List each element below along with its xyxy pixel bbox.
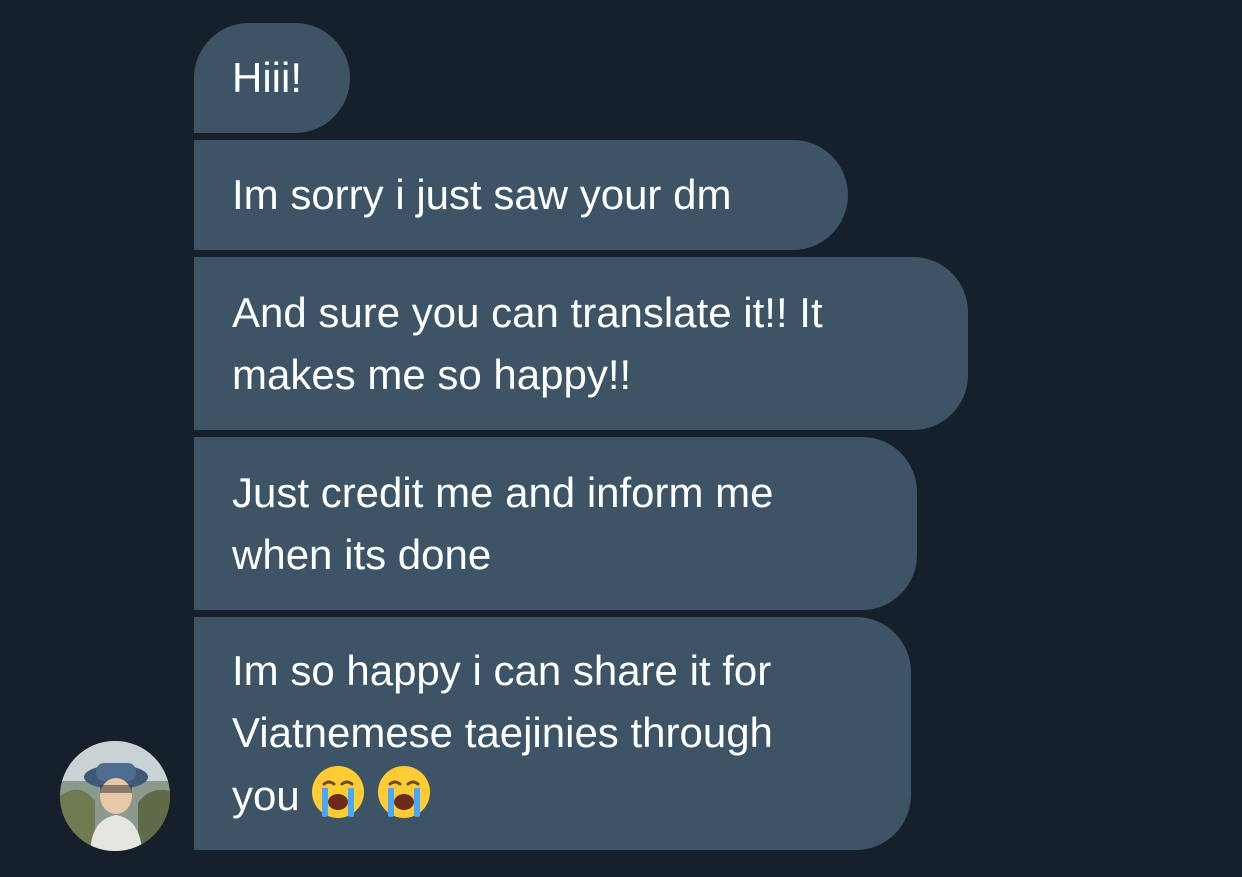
dm-thread: Hiii! Im sorry i just saw your dm And su… <box>0 0 1242 877</box>
message-bubble[interactable]: Im so happy i can share it for Viatnemes… <box>194 617 911 850</box>
message-bubble[interactable]: Just credit me and inform me when its do… <box>194 437 917 610</box>
message-bubble[interactable]: And sure you can translate it!! It makes… <box>194 257 968 430</box>
message-text: Hiii! <box>232 54 302 101</box>
loudly-crying-face-icon <box>376 764 432 820</box>
loudly-crying-face-icon <box>310 764 366 820</box>
message-bubble[interactable]: Im sorry i just saw your dm <box>194 140 848 250</box>
message-text: Just credit me and inform me when its do… <box>232 468 774 578</box>
message-text: Im sorry i just saw your dm <box>232 171 732 218</box>
user-avatar[interactable] <box>60 741 170 851</box>
message-text: And sure you can translate it!! It makes… <box>232 288 823 398</box>
message-content: Im so happy i can share it for Viatnemes… <box>232 640 773 827</box>
message-bubble[interactable]: Hiii! <box>194 23 350 133</box>
avatar-icon <box>60 741 170 851</box>
